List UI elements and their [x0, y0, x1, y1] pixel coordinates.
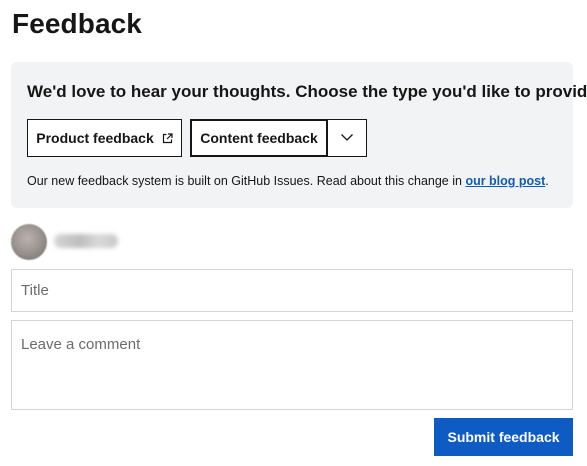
title-input[interactable] [11, 269, 573, 312]
feedback-page: Feedback We'd love to hear your thoughts… [0, 0, 587, 466]
content-feedback-button[interactable]: Content feedback [190, 119, 328, 157]
feedback-type-panel: We'd love to hear your thoughts. Choose … [11, 62, 587, 208]
avatar [11, 224, 47, 260]
product-feedback-label: Product feedback [36, 130, 154, 146]
chevron-down-icon [340, 130, 354, 147]
page-title: Feedback [12, 8, 142, 39]
note-end: . [545, 174, 549, 188]
feedback-system-note: Our new feedback system is built on GitH… [27, 174, 549, 188]
content-feedback-label: Content feedback [200, 130, 318, 146]
comment-textarea[interactable] [11, 320, 573, 410]
submit-feedback-button[interactable]: Submit feedback [434, 418, 573, 456]
product-feedback-button[interactable]: Product feedback [27, 119, 182, 157]
note-text: Our new feedback system is built on GitH… [27, 174, 466, 188]
feedback-type-prompt: We'd love to hear your thoughts. Choose … [27, 82, 587, 101]
content-feedback-dropdown-button[interactable] [327, 119, 367, 157]
external-link-icon [162, 132, 173, 144]
blog-post-link[interactable]: our blog post [465, 174, 545, 188]
username-blurred [54, 234, 118, 248]
